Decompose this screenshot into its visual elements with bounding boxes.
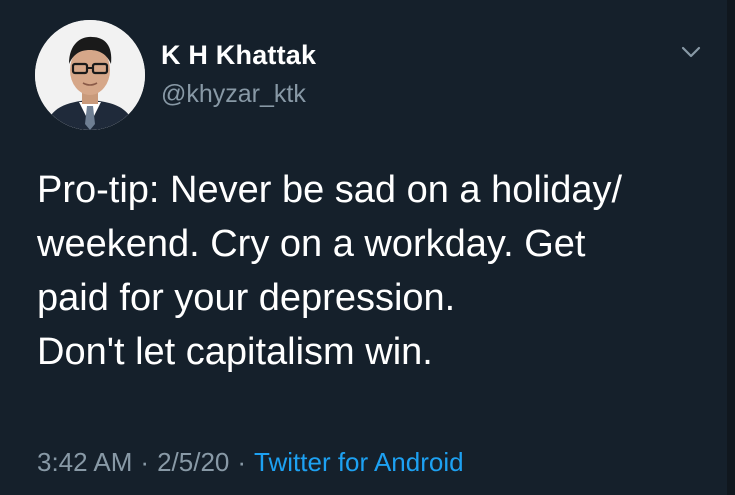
avatar[interactable]: [35, 20, 145, 130]
scrollbar-edge: [727, 0, 735, 495]
tweet-text-line: paid for your depression.: [37, 277, 456, 319]
tweet-text-line: weekend. Cry on a workday. Get: [37, 223, 586, 265]
tweet-meta: 3:42 AM · 2/5/20 · Twitter for Android: [37, 447, 464, 478]
tweet-text-line: Pro-tip: Never be sad on a holiday/: [37, 169, 623, 211]
tweet-text: Pro-tip: Never be sad on a holiday/ week…: [37, 163, 717, 379]
meta-separator: ·: [140, 447, 150, 477]
tweet-time[interactable]: 3:42 AM: [37, 447, 132, 477]
tweet-text-line: Don't let capitalism win.: [37, 331, 433, 373]
tweet-card: K H Khattak @khyzar_ktk Pro-tip: Never b…: [0, 0, 735, 495]
tweet-date[interactable]: 2/5/20: [157, 447, 229, 477]
author-handle[interactable]: @khyzar_ktk: [161, 80, 306, 109]
author-display-name[interactable]: K H Khattak: [161, 40, 316, 71]
tweet-source-link[interactable]: Twitter for Android: [254, 447, 464, 477]
meta-separator: ·: [237, 447, 247, 477]
chevron-down-icon[interactable]: [676, 37, 706, 67]
